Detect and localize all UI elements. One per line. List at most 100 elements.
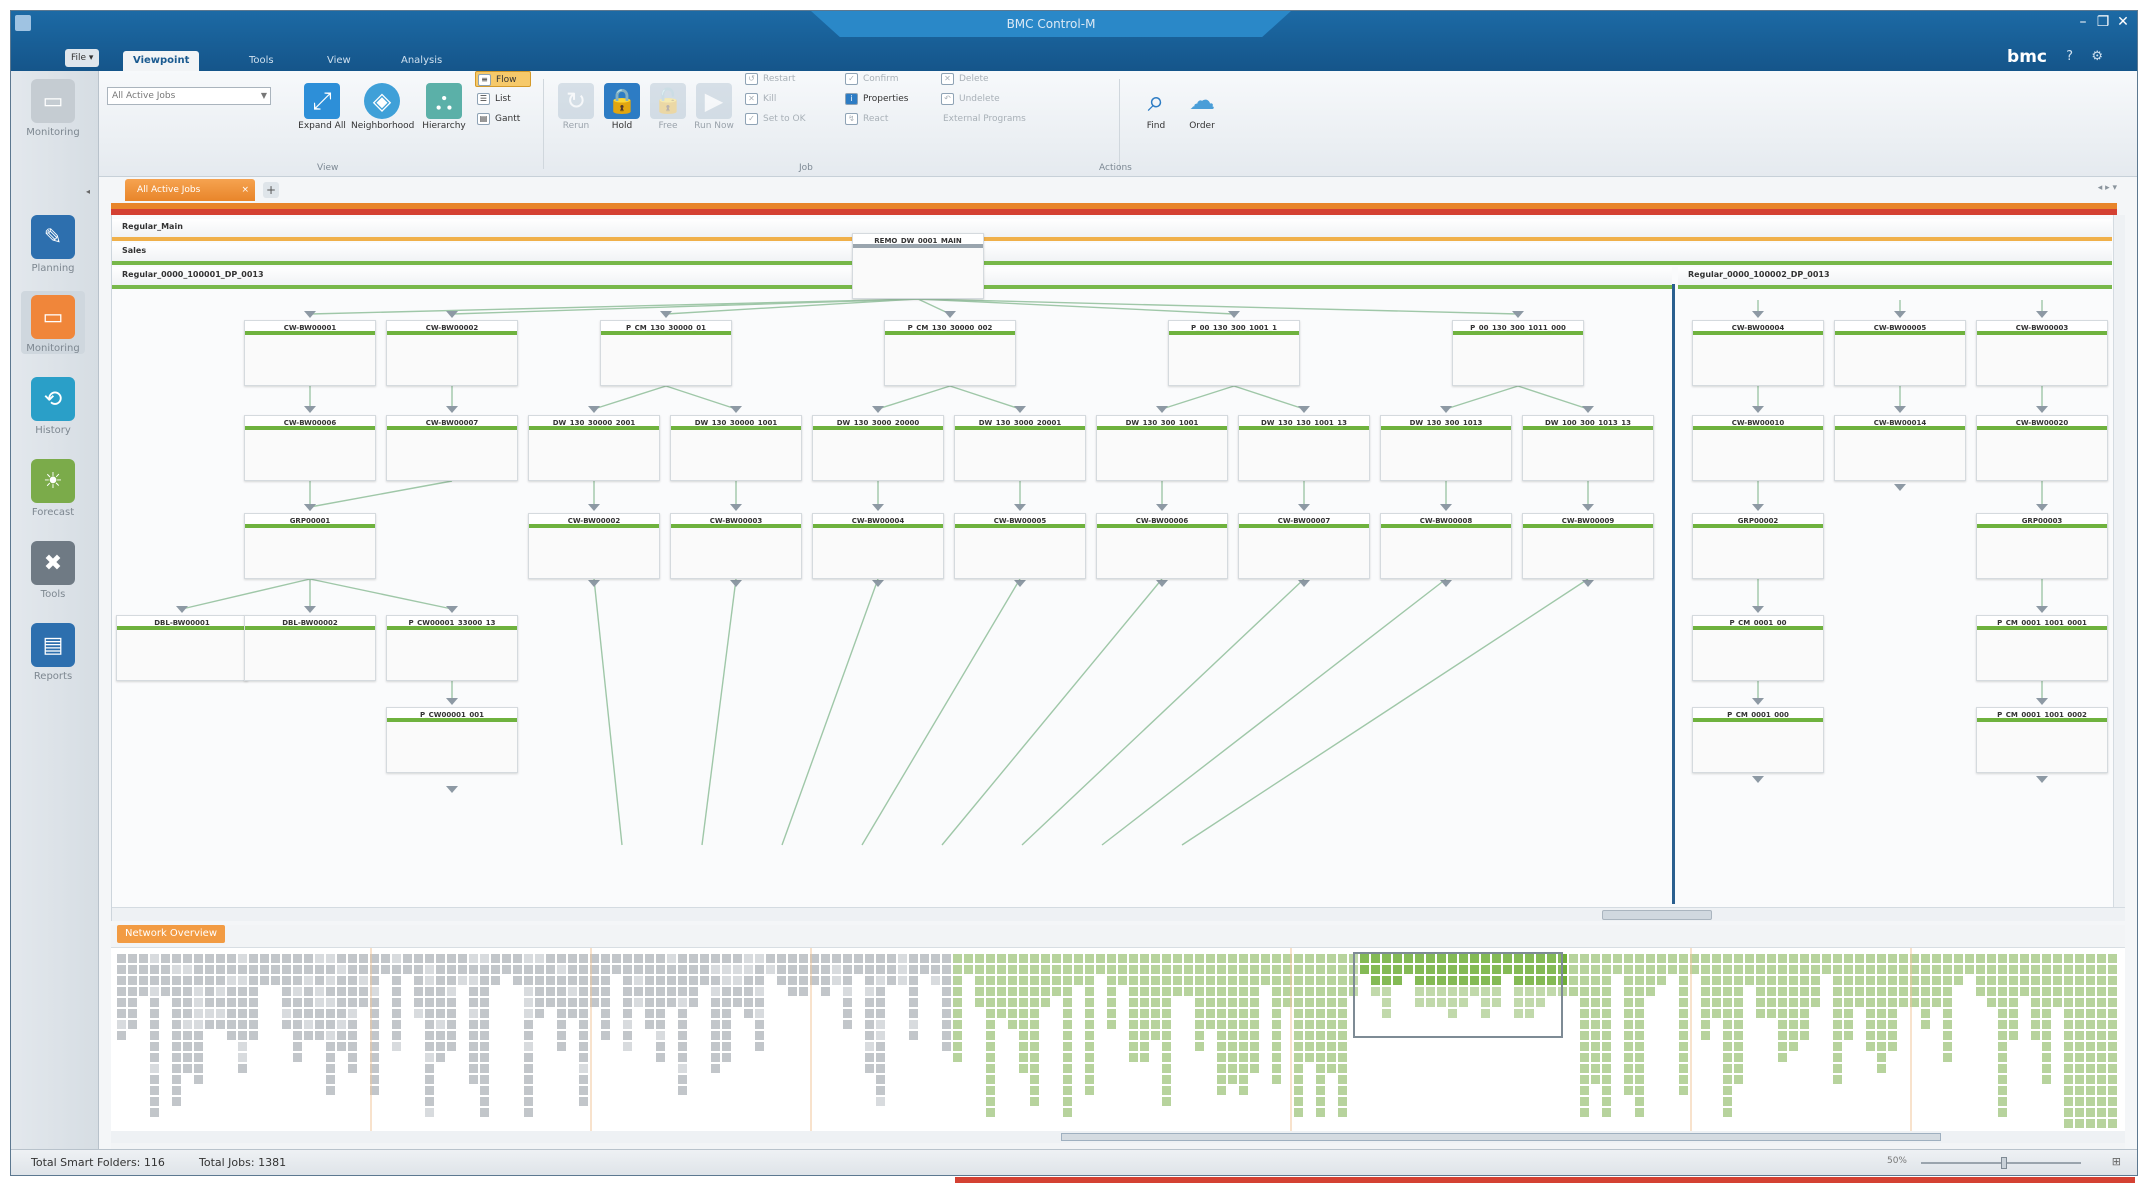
job-node[interactable]: P_CM_130_30000_01	[600, 320, 732, 386]
flow-button[interactable]: ≡ Flow	[475, 71, 531, 87]
job-node[interactable]: DW_130_300_1001	[1096, 415, 1228, 481]
close-icon[interactable]: ✕	[2115, 14, 2131, 30]
expand-all-button[interactable]: ⤢ Expand All	[295, 83, 349, 131]
job-node[interactable]: CW-BW00010	[1692, 415, 1824, 481]
confirm-button[interactable]: ✓ Confirm	[843, 71, 933, 87]
flow-canvas[interactable]: Regular_Main Sales Regular_0000_100001_D…	[111, 215, 2125, 921]
run-now-button[interactable]: ▶ Run Now	[687, 83, 741, 131]
network-overview-tab[interactable]: Network Overview	[117, 925, 226, 943]
job-node[interactable]: P_CM_0001_00	[1692, 615, 1824, 681]
job-node[interactable]: CW-BW00003	[1976, 320, 2108, 386]
minimize-icon[interactable]: –	[2075, 14, 2091, 30]
job-node[interactable]: CW-BW00006	[244, 415, 376, 481]
tab-tools[interactable]: Tools	[239, 51, 284, 71]
tab-analysis[interactable]: Analysis	[391, 51, 452, 71]
tab-viewpoint[interactable]: Viewpoint	[123, 51, 200, 71]
job-node[interactable]: P_CW00001_33000_13	[386, 615, 518, 681]
job-node[interactable]: CW-BW00007	[386, 415, 518, 481]
job-node[interactable]: GRP00002	[1692, 513, 1824, 579]
sidebar-item-monitoring-top[interactable]: ▭ Monitoring	[21, 79, 85, 138]
minimap-cell	[2108, 1042, 2117, 1051]
job-node[interactable]: CW-BW00002	[528, 513, 660, 579]
settings-icon[interactable]: ⚙	[2091, 49, 2103, 64]
react-button[interactable]: ↯ React	[843, 111, 933, 127]
job-node[interactable]: DW_130_3000_20000	[812, 415, 944, 481]
restart-button[interactable]: ↺ Restart	[743, 71, 833, 87]
zoom-fit-icon[interactable]: ⊞	[2112, 1155, 2121, 1168]
job-node[interactable]: REMO_DW_0001_MAIN	[852, 233, 984, 299]
job-node[interactable]: CW-BW00001	[244, 320, 376, 386]
undelete-button[interactable]: ↶ Undelete	[939, 91, 1029, 107]
scroll-thumb[interactable]	[1061, 1133, 1941, 1141]
set-to-ok-button[interactable]: ✓ Set to OK	[743, 111, 839, 127]
job-node[interactable]: P_CM_0001_1001_0001	[1976, 615, 2108, 681]
job-node[interactable]: P_CW00001_001	[386, 707, 518, 773]
sidebar-item-monitoring[interactable]: ▭ Monitoring	[21, 291, 85, 354]
job-node[interactable]: DW_130_30000_2001	[528, 415, 660, 481]
job-node[interactable]: P_CM_130_30000_002	[884, 320, 1016, 386]
maximize-icon[interactable]: ❐	[2095, 14, 2111, 30]
job-node[interactable]: CW-BW00004	[1692, 320, 1824, 386]
order-button[interactable]: ☁ Order	[1175, 83, 1229, 131]
add-tab-button[interactable]: +	[263, 182, 279, 198]
job-node[interactable]: DW_100_300_1013_13	[1522, 415, 1654, 481]
sidebar-item-reports[interactable]: ▤ Reports	[21, 623, 85, 682]
job-node[interactable]: GRP00003	[1976, 513, 2108, 579]
job-node[interactable]: DW_130_300_1013	[1380, 415, 1512, 481]
minimap-cell	[381, 965, 390, 974]
tab-all-active-jobs[interactable]: All Active Jobs ×	[125, 179, 255, 201]
job-node[interactable]: CW-BW00005	[1834, 320, 1966, 386]
sidebar-item-tools[interactable]: ✖ Tools	[21, 541, 85, 600]
job-node[interactable]: CW-BW00005	[954, 513, 1086, 579]
delete-button[interactable]: ✕ Delete	[939, 71, 1029, 87]
tools-icon: ✖	[31, 541, 75, 585]
tab-view[interactable]: View	[317, 51, 361, 71]
filter-select[interactable]: All Active Jobs ▼	[107, 87, 271, 105]
sidebar-item-planning[interactable]: ✎ Planning	[21, 215, 85, 274]
external-programs-menu[interactable]: External Programs	[939, 111, 1079, 127]
job-node[interactable]: CW-BW00003	[670, 513, 802, 579]
overview-scrollbar[interactable]	[111, 1131, 2125, 1143]
job-node[interactable]: P_00_130_300_1001_1	[1168, 320, 1300, 386]
overview-minimap[interactable]	[111, 947, 2125, 1143]
scroll-thumb[interactable]	[1602, 910, 1712, 920]
horizontal-scrollbar[interactable]	[112, 907, 2125, 921]
job-node[interactable]: DW_130_3000_20001	[954, 415, 1086, 481]
minimap-viewport[interactable]	[1353, 952, 1563, 1038]
zoom-slider[interactable]	[1921, 1157, 2081, 1169]
zoom-slider-handle[interactable]	[2001, 1157, 2007, 1169]
gantt-button[interactable]: ▤ Gantt	[475, 111, 531, 127]
properties-button[interactable]: i Properties	[843, 91, 933, 107]
job-node[interactable]: CW-BW00004	[812, 513, 944, 579]
list-button[interactable]: ☰ List	[475, 91, 531, 107]
sidebar-item-history[interactable]: ⟲ History	[21, 377, 85, 436]
job-node[interactable]: P_CM_0001_000	[1692, 707, 1824, 773]
kill-button[interactable]: ✕ Kill	[743, 91, 833, 107]
job-node[interactable]: DBL-BW00001	[116, 615, 248, 681]
job-node[interactable]: P_00_130_300_1011_000	[1452, 320, 1584, 386]
job-node[interactable]: CW-BW00008	[1380, 513, 1512, 579]
job-node[interactable]: CW-BW00020	[1976, 415, 2108, 481]
job-node[interactable]: DW_130_130_1001_13	[1238, 415, 1370, 481]
job-node[interactable]: CW-BW00009	[1522, 513, 1654, 579]
minimap-cell	[722, 976, 731, 985]
job-node[interactable]: DW_130_30000_1001	[670, 415, 802, 481]
job-node[interactable]: CW-BW00014	[1834, 415, 1966, 481]
app-menu-button[interactable]: File ▾	[65, 49, 100, 67]
help-icon[interactable]: ?	[2066, 49, 2073, 64]
job-node[interactable]: CW-BW00002	[386, 320, 518, 386]
hierarchy-button[interactable]: ⛬ Hierarchy	[417, 83, 471, 131]
job-node[interactable]: GRP00001	[244, 513, 376, 579]
job-node[interactable]: CW-BW00006	[1096, 513, 1228, 579]
job-node[interactable]: DBL-BW00002	[244, 615, 376, 681]
neighborhood-button[interactable]: ◈ Neighborhood	[351, 83, 414, 131]
sidebar-item-forecast[interactable]: ☀ Forecast	[21, 459, 85, 518]
close-tab-icon[interactable]: ×	[241, 179, 249, 201]
minimap-cell	[656, 954, 665, 963]
job-node[interactable]: CW-BW00007	[1238, 513, 1370, 579]
collapse-icon[interactable]: ◂	[86, 187, 90, 196]
minimap-cell	[282, 1009, 291, 1018]
vertical-scrollbar[interactable]	[2113, 215, 2125, 921]
job-node[interactable]: P_CM_0001_1001_0002	[1976, 707, 2108, 773]
tab-nav-arrows-icon[interactable]: ◂ ▸ ▾	[2098, 183, 2117, 193]
